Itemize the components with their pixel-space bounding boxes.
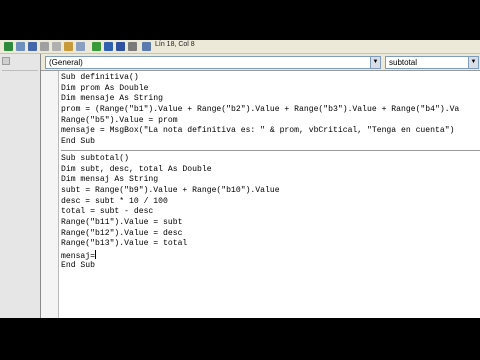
code-line[interactable]: Sub subtotal() (61, 154, 480, 165)
code-line[interactable]: Sub definitiva() (61, 73, 480, 84)
excel-icon[interactable] (4, 42, 13, 51)
view-code-icon[interactable] (2, 57, 10, 65)
code-line[interactable]: Dim mensaj As String (61, 175, 480, 186)
toolbar: Lín 18, Col 8 (0, 40, 480, 54)
margin-indicator-bar[interactable] (41, 71, 59, 318)
code-line[interactable]: Range("b13").Value = total (61, 239, 480, 250)
chevron-down-icon[interactable]: ▼ (370, 57, 380, 68)
combo-bar: (General) ▼ subtotal ▼ (41, 54, 480, 71)
code-line[interactable]: Dim mensaje As String (61, 94, 480, 105)
object-combo-value: (General) (49, 58, 83, 67)
code-line[interactable]: Range("b11").Value = subt (61, 218, 480, 229)
code-line[interactable]: desc = subt * 10 / 100 (61, 197, 480, 208)
copy-icon[interactable] (52, 42, 61, 51)
save-icon[interactable] (28, 42, 37, 51)
code-line[interactable]: Range("b5").Value = prom (61, 116, 480, 127)
letterbox-top (0, 0, 480, 40)
procedure-combo[interactable]: subtotal ▼ (385, 56, 479, 69)
chevron-down-icon[interactable]: ▼ (468, 57, 478, 68)
paste-icon[interactable] (64, 42, 73, 51)
active-code-line[interactable]: mensaj= (61, 250, 480, 261)
text-cursor (95, 250, 96, 259)
code-line[interactable]: End Sub (61, 137, 480, 148)
code-line[interactable]: End Sub (61, 261, 480, 272)
help-icon[interactable] (142, 42, 151, 51)
code-editor[interactable]: Sub definitiva() Dim prom As Double Dim … (61, 73, 480, 318)
break-icon[interactable] (104, 42, 113, 51)
run-icon[interactable] (92, 42, 101, 51)
cut-icon[interactable] (40, 42, 49, 51)
insert-icon[interactable] (16, 42, 25, 51)
code-line-text[interactable]: mensaj= (61, 252, 95, 261)
vbe-screen: Lín 18, Col 8 (General) ▼ subtotal ▼ Sub… (0, 40, 480, 318)
code-line[interactable]: Dim subt, desc, total As Double (61, 165, 480, 176)
code-line[interactable]: mensaje = MsgBox("La nota definitiva es:… (61, 126, 480, 137)
cursor-position: Lín 18, Col 8 (155, 41, 195, 48)
code-line[interactable]: total = subt - desc (61, 207, 480, 218)
code-line[interactable]: Dim prom As Double (61, 84, 480, 95)
panel-divider (2, 70, 38, 71)
code-line[interactable]: subt = Range("b9").Value + Range("b10").… (61, 186, 480, 197)
letterbox-bottom (0, 318, 480, 360)
design-mode-icon[interactable] (128, 42, 137, 51)
code-line[interactable]: prom = (Range("b1").Value + Range("b2").… (61, 105, 480, 116)
procedure-separator (61, 149, 480, 151)
reset-icon[interactable] (116, 42, 125, 51)
code-window[interactable]: (General) ▼ subtotal ▼ Sub definitiva() … (40, 54, 480, 318)
code-line[interactable]: Range("b12").Value = desc (61, 229, 480, 240)
find-icon[interactable] (76, 42, 85, 51)
project-panel (0, 54, 40, 318)
object-combo[interactable]: (General) ▼ (45, 56, 381, 69)
procedure-combo-value: subtotal (389, 58, 418, 67)
